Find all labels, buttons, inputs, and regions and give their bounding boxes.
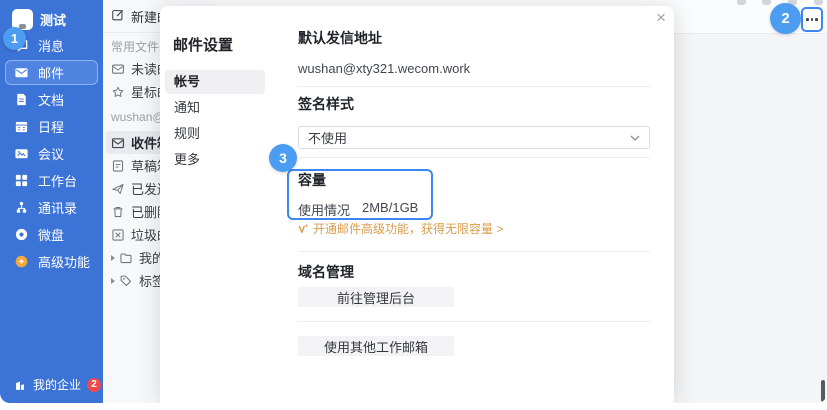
app-sidebar: 测试 消息 邮件 文档	[0, 0, 103, 403]
tab-more[interactable]: 更多	[165, 148, 265, 172]
folder-icon	[119, 251, 133, 265]
sidebar-item-label: 工作台	[38, 171, 77, 190]
sidebar-item-premium-features[interactable]: 高级功能	[0, 248, 103, 275]
upgrade-link-text: 开通邮件高级功能，获得无限容量 >	[313, 220, 503, 237]
sidebar-item-mail[interactable]: 邮件	[5, 60, 98, 85]
other-mailbox-button[interactable]: 使用其他工作邮箱	[298, 336, 454, 356]
sidebar-item-meetings[interactable]: 会议	[0, 140, 103, 167]
divider	[298, 321, 650, 322]
toolbar-icon-stub	[737, 0, 746, 5]
trash-icon	[111, 205, 125, 219]
document-icon	[14, 92, 29, 107]
compose-icon	[111, 8, 125, 25]
my-enterprise-label: 我的企业	[33, 376, 81, 393]
toolbar-icon-stub	[762, 0, 771, 5]
settings-tab-list: 帐号 通知 规则 更多	[165, 70, 265, 174]
annotation-step-1: 1	[3, 27, 26, 50]
default-address-heading: 默认发信地址	[298, 31, 382, 46]
divider	[298, 251, 650, 252]
annotation-step-3: 3	[269, 144, 297, 172]
workspace-row[interactable]: 测试	[0, 0, 103, 30]
drive-icon	[14, 227, 29, 242]
signature-heading: 签名样式	[298, 97, 354, 112]
mail-settings-modal: × 邮件设置 帐号 通知 规则 更多 默认发信地址 wushan@xty321.…	[160, 6, 674, 403]
sidebar-item-workbench[interactable]: 工作台	[0, 167, 103, 194]
my-enterprise-button[interactable]: 我的企业 2	[13, 376, 101, 393]
workspace-name: 测试	[40, 10, 66, 29]
tab-rules[interactable]: 规则	[165, 122, 265, 146]
enterprise-icon	[13, 378, 27, 392]
divider	[298, 157, 650, 158]
divider	[298, 86, 650, 87]
calendar-icon	[14, 119, 29, 134]
contacts-icon	[14, 200, 29, 215]
sidebar-item-drive[interactable]: 微盘	[0, 221, 103, 248]
signature-selected-option: 不使用	[308, 128, 347, 147]
sidebar-item-docs[interactable]: 文档	[0, 86, 103, 113]
mail-icon	[14, 65, 29, 80]
sidebar-item-contacts[interactable]: 通讯录	[0, 194, 103, 221]
sidebar-item-label: 高级功能	[38, 252, 90, 271]
usage-label: 使用情况	[298, 200, 362, 219]
close-icon[interactable]: ×	[656, 8, 666, 28]
sidebar-item-label: 文档	[38, 90, 64, 109]
signature-style-select[interactable]: 不使用	[298, 126, 650, 149]
expand-caret-icon[interactable]	[111, 278, 115, 284]
draft-icon	[111, 159, 125, 173]
tag-icon	[119, 274, 133, 288]
sent-icon	[111, 182, 125, 196]
inbox-icon	[111, 136, 125, 150]
junk-icon	[111, 228, 125, 242]
sidebar-item-label: 消息	[38, 36, 64, 55]
expand-caret-icon[interactable]	[111, 255, 115, 261]
meeting-icon	[14, 146, 29, 161]
tab-notifications[interactable]: 通知	[165, 96, 265, 120]
toolbar-icon-stub	[814, 0, 823, 5]
sidebar-item-label: 邮件	[38, 63, 64, 82]
wecom-window: 测试 消息 邮件 文档	[0, 0, 827, 403]
unread-mail-icon	[111, 62, 125, 76]
tab-account[interactable]: 帐号	[165, 70, 265, 94]
capacity-heading: 容量	[298, 173, 326, 188]
sidebar-item-label: 微盘	[38, 225, 64, 244]
enterprise-badge: 2	[87, 378, 101, 392]
scrollbar-thumb[interactable]	[821, 380, 825, 402]
default-address-value: wushan@xty321.wecom.work	[298, 61, 470, 76]
sidebar-nav: 消息 邮件 文档 日程	[0, 32, 103, 275]
premium-spark-icon	[298, 223, 309, 234]
sidebar-item-label: 日程	[38, 117, 64, 136]
sidebar-item-label: 会议	[38, 144, 64, 163]
sidebar-item-calendar[interactable]: 日程	[0, 113, 103, 140]
premium-icon	[14, 254, 29, 269]
capacity-usage-row: 使用情况 2MB/1GB	[298, 200, 418, 219]
chevron-down-icon	[630, 135, 640, 141]
sidebar-item-label: 通讯录	[38, 198, 77, 217]
workbench-icon	[14, 173, 29, 188]
settings-content: 默认发信地址 wushan@xty321.wecom.work 签名样式 不使用…	[298, 6, 650, 403]
annotation-step-2: 2	[770, 3, 801, 34]
more-options-button[interactable]	[801, 7, 823, 32]
usage-value: 2MB/1GB	[362, 200, 418, 219]
upgrade-capacity-link[interactable]: 开通邮件高级功能，获得无限容量 >	[298, 220, 503, 237]
modal-title: 邮件设置	[173, 34, 233, 55]
domain-heading: 域名管理	[298, 265, 354, 280]
star-icon	[111, 85, 125, 99]
admin-console-button[interactable]: 前往管理后台	[298, 287, 454, 307]
